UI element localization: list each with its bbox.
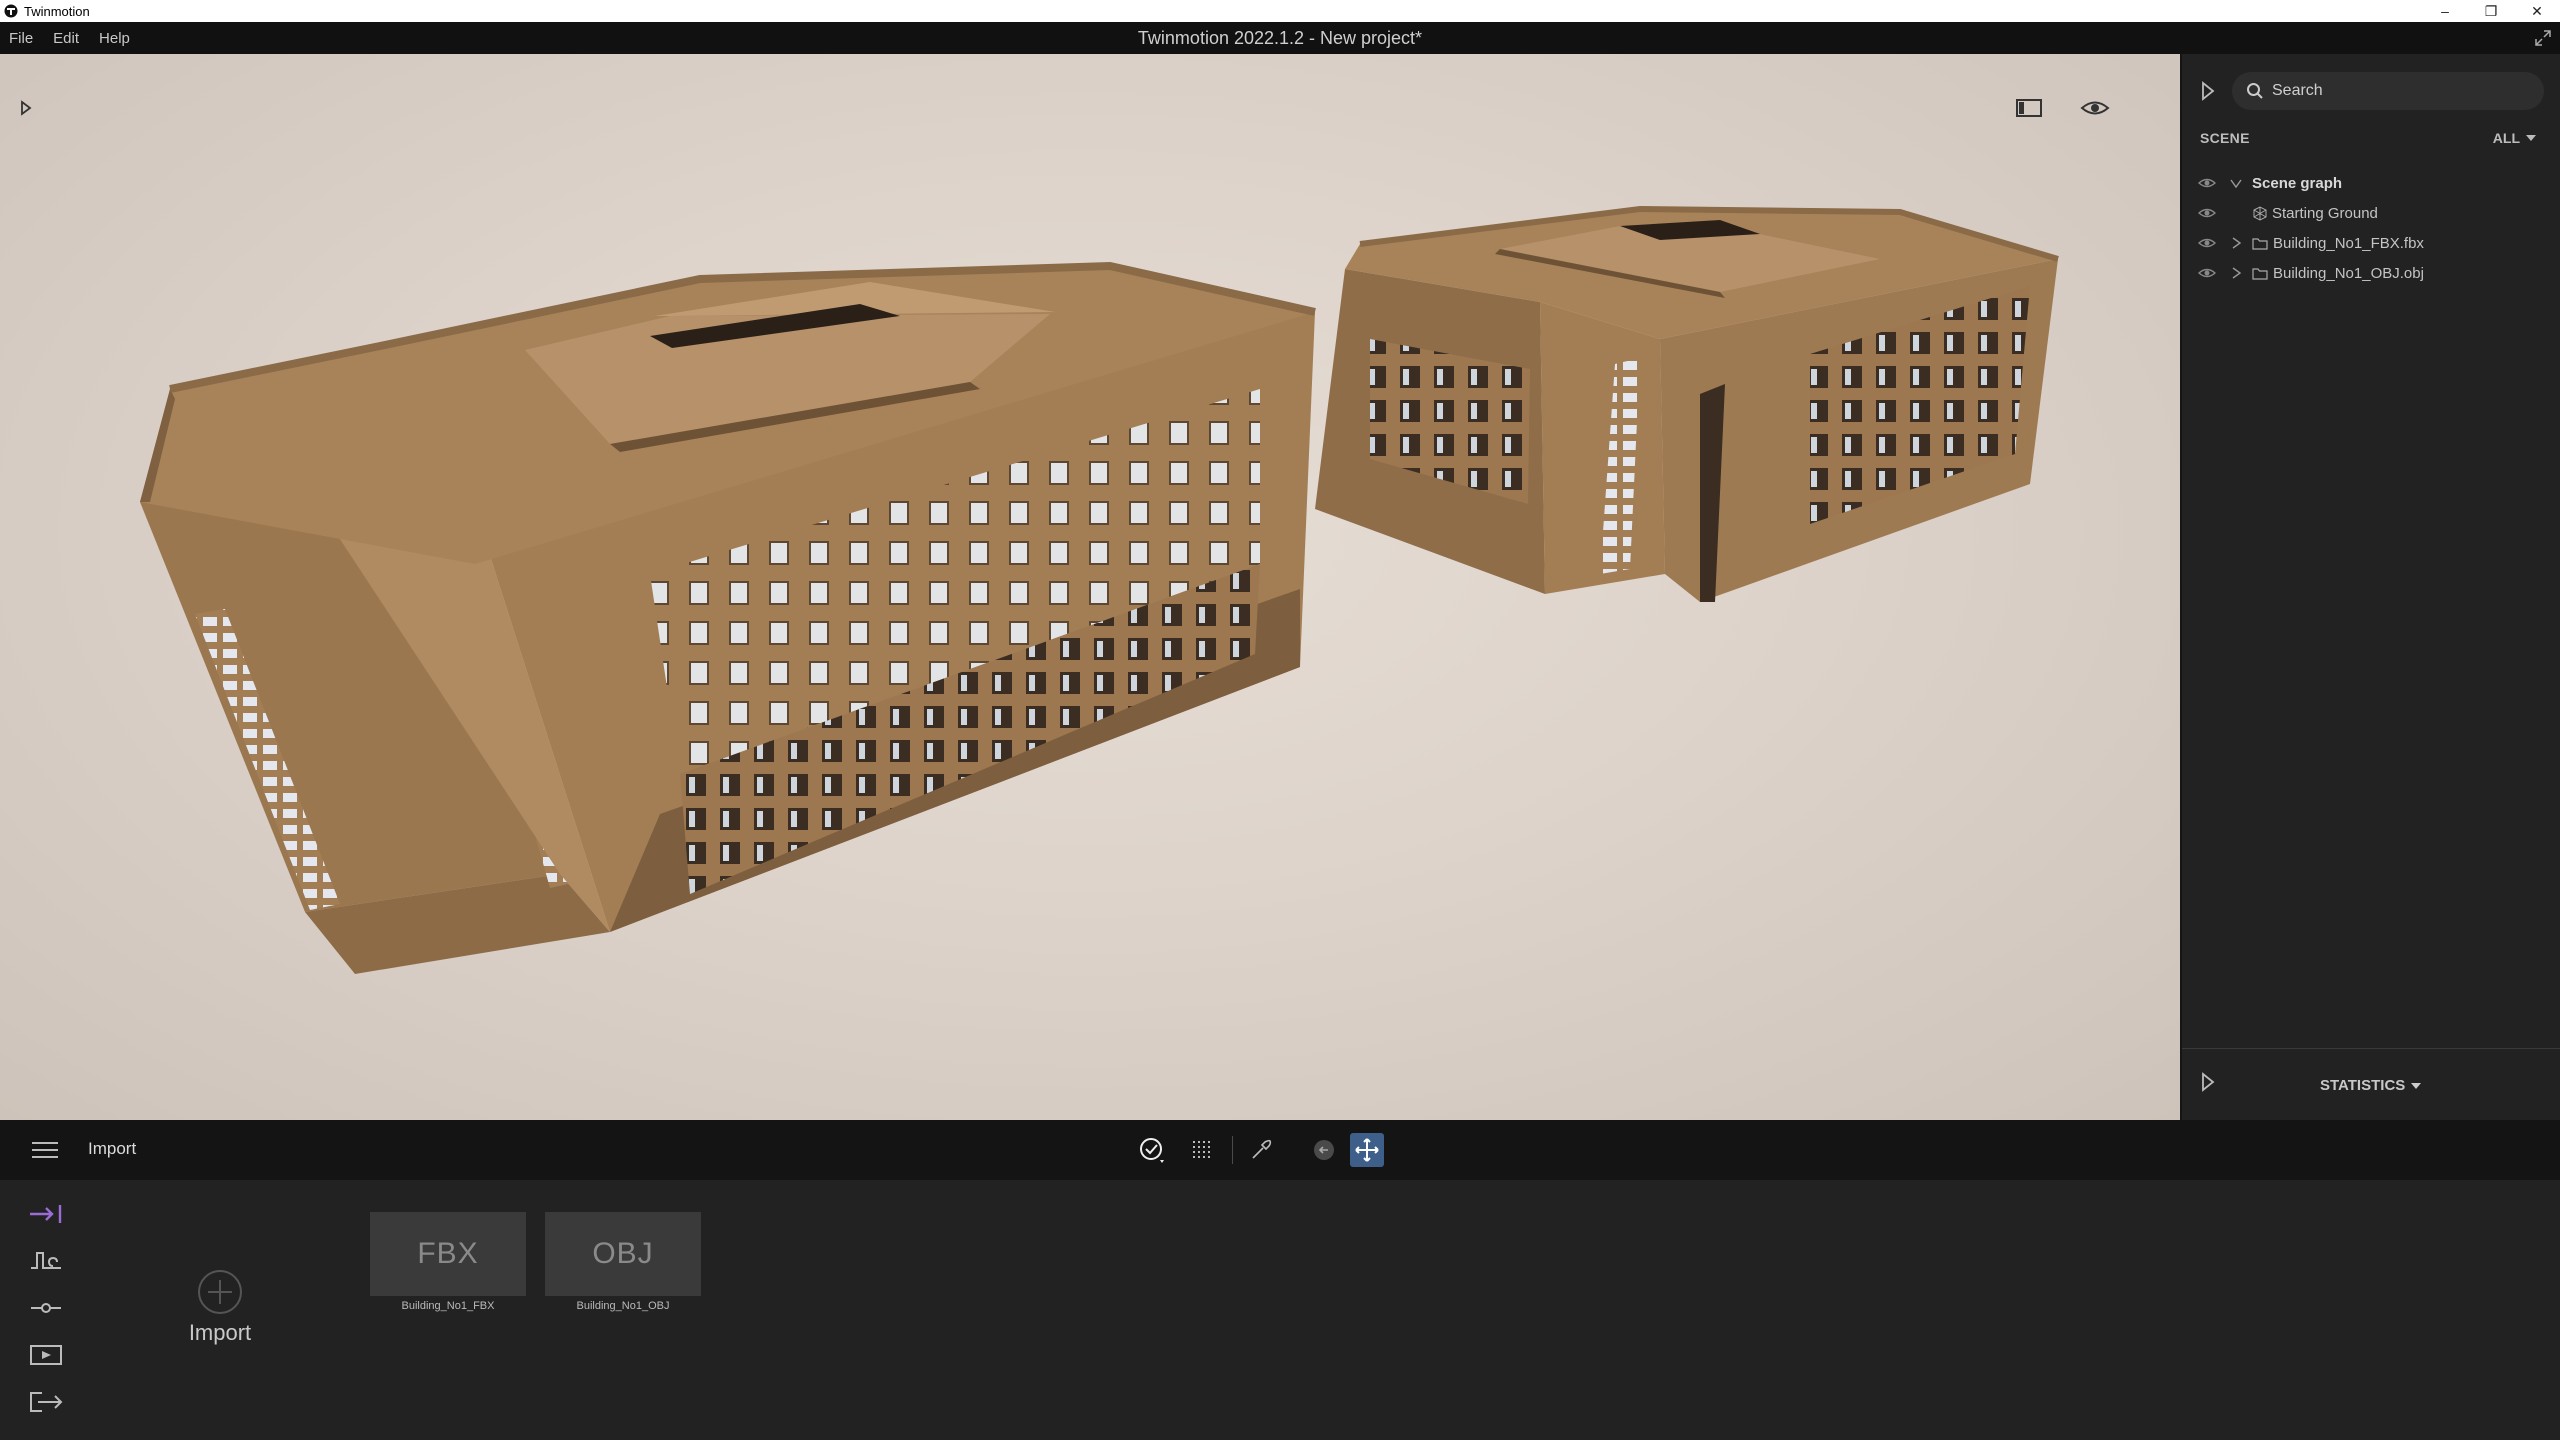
media-play-icon — [30, 1345, 62, 1365]
move-tool-button[interactable] — [1350, 1133, 1384, 1167]
import-panel: Import FBX Building_No1_FBX OBJ Building… — [0, 1180, 2560, 1440]
scene-filter-dropdown[interactable]: ALL — [2493, 130, 2536, 146]
bottom-toolbar: Import — [0, 1120, 2560, 1180]
asset-name: Building_No1_OBJ — [576, 1300, 670, 1312]
asset-card-fbx[interactable]: FBX Building_No1_FBX — [370, 1212, 526, 1312]
move-arrows-icon — [1355, 1138, 1379, 1162]
menu-file[interactable]: File — [0, 30, 43, 47]
window-controls: – ❐ ✕ — [2422, 0, 2560, 22]
statistics-bar: STATISTICS — [2182, 1048, 2560, 1120]
hamburger-menu-icon[interactable] — [30, 1140, 60, 1160]
chevron-down-icon — [2526, 135, 2536, 141]
viewport-visibility-eye-icon[interactable] — [2080, 96, 2110, 120]
undo-arrow-icon — [1314, 1140, 1334, 1160]
statistics-expand-icon[interactable] — [2200, 1071, 2216, 1093]
restore-button[interactable]: ❐ — [2468, 0, 2514, 22]
eyedropper-icon — [1252, 1139, 1272, 1159]
grid-dots-icon — [1193, 1141, 1210, 1158]
tree-item-scene-graph[interactable]: Scene graph — [2198, 168, 2548, 198]
filter-label: ALL — [2492, 130, 2520, 146]
close-button[interactable]: ✕ — [2514, 0, 2560, 22]
tree-item-label: Building_No1_OBJ.obj — [2273, 264, 2424, 282]
scene-search[interactable] — [2232, 72, 2544, 110]
viewport-expand-icon[interactable] — [18, 98, 34, 118]
os-title-bar: Twinmotion – ❐ ✕ — [0, 0, 2560, 22]
scene-render — [140, 205, 2059, 974]
search-input[interactable] — [2272, 82, 2532, 100]
chevron-right-icon[interactable] — [2230, 267, 2242, 279]
visibility-eye-icon[interactable] — [2198, 207, 2216, 219]
os-app-name: Twinmotion — [24, 3, 90, 19]
3d-viewport[interactable] — [0, 54, 2180, 1120]
asset-card-obj[interactable]: OBJ Building_No1_OBJ — [545, 1212, 701, 1312]
scene-section-label: SCENE — [2200, 130, 2250, 146]
nav-context-button[interactable] — [28, 1246, 64, 1274]
context-landscape-icon — [31, 1252, 61, 1269]
minimize-button[interactable]: – — [2422, 0, 2468, 22]
side-navigation — [0, 1180, 100, 1440]
tree-item-starting-ground[interactable]: Starting Ground — [2198, 198, 2548, 228]
undo-button[interactable] — [1307, 1133, 1341, 1167]
plus-circle-icon — [198, 1270, 242, 1314]
folder-icon — [2252, 267, 2268, 280]
folder-icon — [2252, 237, 2268, 250]
viewport-layout-icon[interactable] — [2016, 98, 2042, 118]
scene-panel-collapse-icon[interactable] — [2200, 80, 2216, 102]
tree-item-label: Scene graph — [2252, 174, 2343, 192]
section-title: Import — [88, 1139, 137, 1158]
import-arrow-icon — [30, 1205, 62, 1223]
chevron-right-icon[interactable] — [2230, 237, 2242, 249]
search-icon — [2247, 83, 2263, 99]
tree-item-building-obj[interactable]: Building_No1_OBJ.obj — [2198, 258, 2548, 288]
scene-graph-tree: Scene graph Starting Ground Building_No1… — [2198, 168, 2548, 288]
asset-thumbnail: OBJ — [545, 1212, 701, 1296]
chevron-down-icon[interactable] — [2230, 177, 2242, 189]
slider-settings-icon — [31, 1303, 61, 1313]
asset-thumbnail: FBX — [370, 1212, 526, 1296]
statistics-dropdown[interactable]: STATISTICS — [2320, 1077, 2422, 1094]
tree-item-label: Starting Ground — [2272, 204, 2378, 222]
menu-help[interactable]: Help — [89, 30, 140, 47]
chevron-down-icon — [2411, 1082, 2422, 1089]
statistics-label: STATISTICS — [2320, 1077, 2406, 1094]
checkmark-circle-icon — [1140, 1138, 1164, 1163]
nav-media-button[interactable] — [28, 1341, 64, 1369]
building-obj-model[interactable] — [1315, 205, 2059, 602]
menu-edit[interactable]: Edit — [43, 30, 89, 47]
eyedropper-tool-button[interactable] — [1244, 1133, 1278, 1167]
twinmotion-logo-icon — [4, 4, 18, 18]
toolbar-separator — [1232, 1136, 1233, 1164]
window-title: Twinmotion 2022.1.2 - New project* — [1137, 28, 1423, 48]
nav-export-button[interactable] — [28, 1388, 64, 1416]
grid-tool-button[interactable] — [1185, 1133, 1219, 1167]
visibility-eye-icon[interactable] — [2198, 267, 2216, 279]
asset-name: Building_No1_FBX — [401, 1300, 495, 1312]
tree-item-building-fbx[interactable]: Building_No1_FBX.fbx — [2198, 228, 2548, 258]
nav-settings-button[interactable] — [28, 1294, 64, 1322]
building-fbx-model[interactable] — [140, 261, 1316, 974]
import-button[interactable]: Import — [170, 1268, 270, 1346]
visibility-eye-icon[interactable] — [2198, 177, 2216, 189]
fullscreen-icon[interactable] — [2534, 29, 2552, 47]
visibility-eye-icon[interactable] — [2198, 237, 2216, 249]
ground-node-icon — [2253, 205, 2267, 221]
export-arrow-icon — [30, 1392, 63, 1412]
menu-bar: File Edit Help Twinmotion 2022.1.2 - New… — [0, 22, 2560, 54]
select-tool-button[interactable] — [1135, 1133, 1169, 1167]
tree-item-label: Building_No1_FBX.fbx — [2273, 234, 2424, 252]
import-button-label: Import — [188, 1320, 252, 1345]
scene-panel: SCENE ALL Scene graph Starting Ground Bu… — [2180, 54, 2560, 1120]
nav-import-button[interactable] — [28, 1200, 64, 1228]
